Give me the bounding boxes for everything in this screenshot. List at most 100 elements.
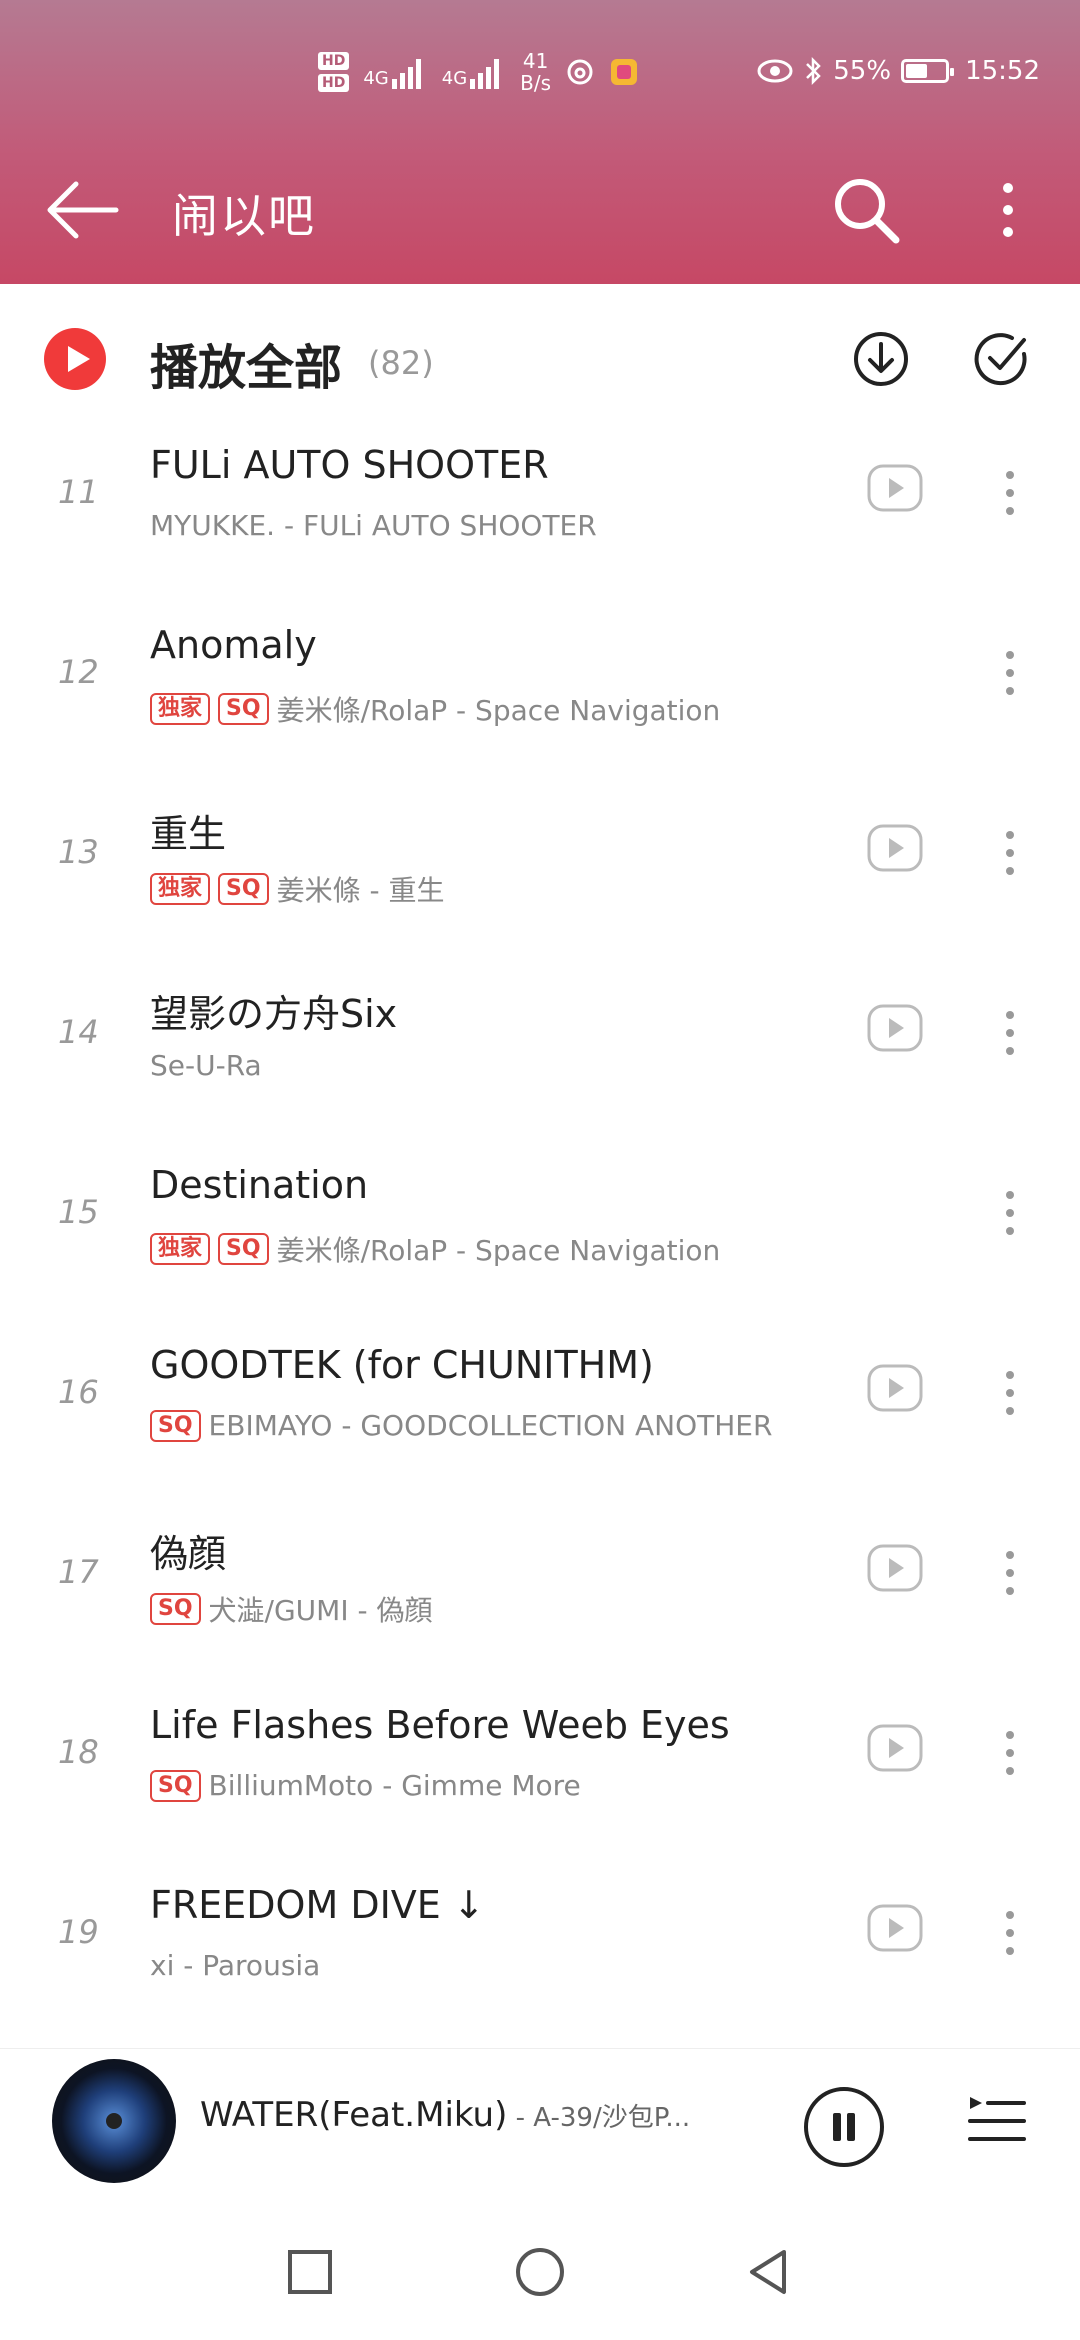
song-subtitle-line: 独家 SQ 姜米條 - 重生	[150, 869, 444, 909]
now-playing-title: WATER(Feat.Miku)	[200, 2095, 508, 2135]
song-index: 18	[58, 1733, 99, 1771]
song-more-icon[interactable]	[990, 463, 1030, 523]
sq-quality-badge: SQ	[150, 1593, 201, 1625]
back-arrow-icon[interactable]	[40, 174, 130, 246]
search-icon[interactable]	[826, 170, 906, 250]
mv-play-icon[interactable]	[866, 1003, 924, 1053]
app-bar: 闹以吧	[0, 160, 1080, 260]
song-subtitle-line: xi - Parousia	[150, 1949, 320, 1982]
song-title: GOODTEK (for CHUNITHM)	[150, 1343, 654, 1387]
song-more-icon[interactable]	[990, 1003, 1030, 1063]
system-back-icon[interactable]	[746, 2248, 790, 2296]
now-playing-text[interactable]: WATER(Feat.Miku) - A-39/沙包P...	[200, 2095, 690, 2135]
song-index: 14	[58, 1013, 99, 1051]
pause-icon[interactable]	[802, 2085, 886, 2169]
song-subtitle-line: MYUKKE. - FULi AUTO SHOOTER	[150, 509, 597, 542]
playlist-queue-icon[interactable]	[966, 2091, 1028, 2153]
status-bar: HD HD 4G 4G 41 B/s 55% 15:52	[0, 40, 1080, 110]
exclusive-badge: 独家	[150, 693, 211, 725]
album-cover[interactable]	[52, 2059, 176, 2183]
song-index: 17	[58, 1553, 99, 1591]
mv-play-icon[interactable]	[866, 823, 924, 873]
song-row[interactable]: 18 Life Flashes Before Weeb Eyes SQ Billium…	[0, 1663, 1080, 1843]
song-index: 12	[58, 653, 99, 691]
exclusive-badge: 独家	[150, 873, 211, 905]
song-title: Life Flashes Before Weeb Eyes	[150, 1703, 730, 1747]
song-subtitle-line: SQ EBIMAYO - GOODCOLLECTION ANOTHER	[150, 1409, 772, 1442]
song-artist-album: xi - Parousia	[150, 1949, 321, 1982]
song-artist-album: Se-U-Ra	[150, 1049, 262, 1082]
song-index: 16	[58, 1373, 99, 1411]
song-title: 偽顔	[150, 1532, 227, 1576]
exclusive-badge: 独家	[150, 1233, 211, 1265]
song-row[interactable]: 12 Anomaly 独家 SQ 姜米條/RolaP - Space Navigatio…	[0, 583, 1080, 763]
eye-icon	[757, 59, 793, 83]
song-artist-album: 姜米條 - 重生	[276, 874, 445, 907]
play-all-label[interactable]: 播放全部	[150, 328, 342, 398]
signal-1: 4G	[363, 55, 427, 89]
song-index: 19	[58, 1913, 99, 1951]
system-nav-bar	[0, 2230, 1080, 2340]
song-more-icon[interactable]	[990, 1543, 1030, 1603]
song-row[interactable]: 19 FREEDOM DIVE ↓ xi - Parousia	[0, 1843, 1080, 2023]
song-title: Destination	[150, 1163, 369, 1207]
song-more-icon[interactable]	[990, 823, 1030, 883]
sq-quality-badge: SQ	[150, 1769, 201, 1802]
bluetooth-icon	[806, 56, 822, 86]
sq-quality-badge: SQ	[218, 873, 269, 905]
more-options-icon[interactable]	[978, 170, 1038, 250]
multi-select-icon[interactable]	[972, 330, 1030, 388]
mv-play-icon[interactable]	[866, 463, 924, 513]
song-artist-album: 犬澁/GUMI - 偽顔	[208, 1594, 433, 1627]
song-artist-album: EBIMAYO - GOODCOLLECTION ANOTHER	[208, 1409, 773, 1442]
header: HD HD 4G 4G 41 B/s 55% 15:52 闹以吧	[0, 0, 1080, 284]
signal-2: 4G	[442, 55, 506, 89]
song-title: FULi AUTO SHOOTER	[150, 443, 549, 487]
play-all-icon[interactable]	[44, 328, 106, 390]
now-playing-artist: - A-39/沙包P...	[507, 2103, 691, 2133]
recent-apps-icon[interactable]	[288, 2250, 332, 2294]
signal-bars-icon	[391, 59, 421, 89]
app-notification-icon	[611, 59, 638, 85]
song-artist-album: BilliumMoto - Gimme More	[208, 1769, 581, 1802]
song-row[interactable]: 15 Destination 独家 SQ 姜米條/RolaP - Space Navig…	[0, 1123, 1080, 1303]
song-subtitle-line: SQ BilliumMoto - Gimme More	[150, 1769, 581, 1802]
home-icon[interactable]	[516, 2248, 564, 2296]
song-row[interactable]: 11 FULi AUTO SHOOTER MYUKKE. - FULi AUTO S…	[0, 403, 1080, 583]
download-icon[interactable]	[852, 330, 910, 388]
mv-play-icon[interactable]	[866, 1363, 924, 1413]
song-row[interactable]: 16 GOODTEK (for CHUNITHM) SQ EBIMAYO - GOOD…	[0, 1303, 1080, 1483]
song-list: 11 FULi AUTO SHOOTER MYUKKE. - FULi AUTO S…	[0, 403, 1080, 2023]
netease-icon	[567, 59, 593, 85]
song-title: FREEDOM DIVE ↓	[150, 1883, 485, 1927]
song-title: 重生	[150, 812, 227, 856]
song-index: 13	[58, 833, 99, 871]
hd-badge-2: HD	[318, 74, 350, 92]
song-subtitle-line: SQ 犬澁/GUMI - 偽顔	[150, 1589, 433, 1629]
song-more-icon[interactable]	[990, 1903, 1030, 1963]
song-more-icon[interactable]	[990, 1723, 1030, 1783]
song-subtitle-line: 独家 SQ 姜米條/RolaP - Space Navigation	[150, 1229, 720, 1269]
mv-play-icon[interactable]	[866, 1903, 924, 1953]
mini-player[interactable]: WATER(Feat.Miku) - A-39/沙包P...	[0, 2048, 1080, 2189]
song-row[interactable]: 14 望影の方舟Six Se-U-Ra	[0, 943, 1080, 1123]
song-row[interactable]: 17 偽顔 SQ 犬澁/GUMI - 偽顔	[0, 1483, 1080, 1663]
song-row[interactable]: 13 重生独家 SQ 姜米條 - 重生	[0, 763, 1080, 943]
battery-icon	[901, 59, 955, 83]
song-title: Anomaly	[150, 623, 317, 667]
song-more-icon[interactable]	[990, 1183, 1030, 1243]
song-more-icon[interactable]	[990, 1363, 1030, 1423]
sq-quality-badge: SQ	[218, 693, 269, 725]
song-subtitle-line: 独家 SQ 姜米條/RolaP - Space Navigation	[150, 689, 720, 729]
play-all-row[interactable]: 播放全部 (82)	[0, 310, 1080, 410]
song-title: 望影の方舟Six	[150, 992, 398, 1036]
play-all-count: (82)	[368, 344, 434, 382]
hd-badges: HD HD	[318, 52, 350, 92]
song-more-icon[interactable]	[990, 643, 1030, 703]
mv-play-icon[interactable]	[866, 1723, 924, 1773]
song-artist-album: MYUKKE. - FULi AUTO SHOOTER	[150, 509, 597, 542]
signal-bars-icon	[470, 59, 500, 89]
battery-fill	[906, 64, 928, 78]
mv-play-icon[interactable]	[866, 1543, 924, 1593]
song-subtitle-line: Se-U-Ra	[150, 1049, 262, 1082]
